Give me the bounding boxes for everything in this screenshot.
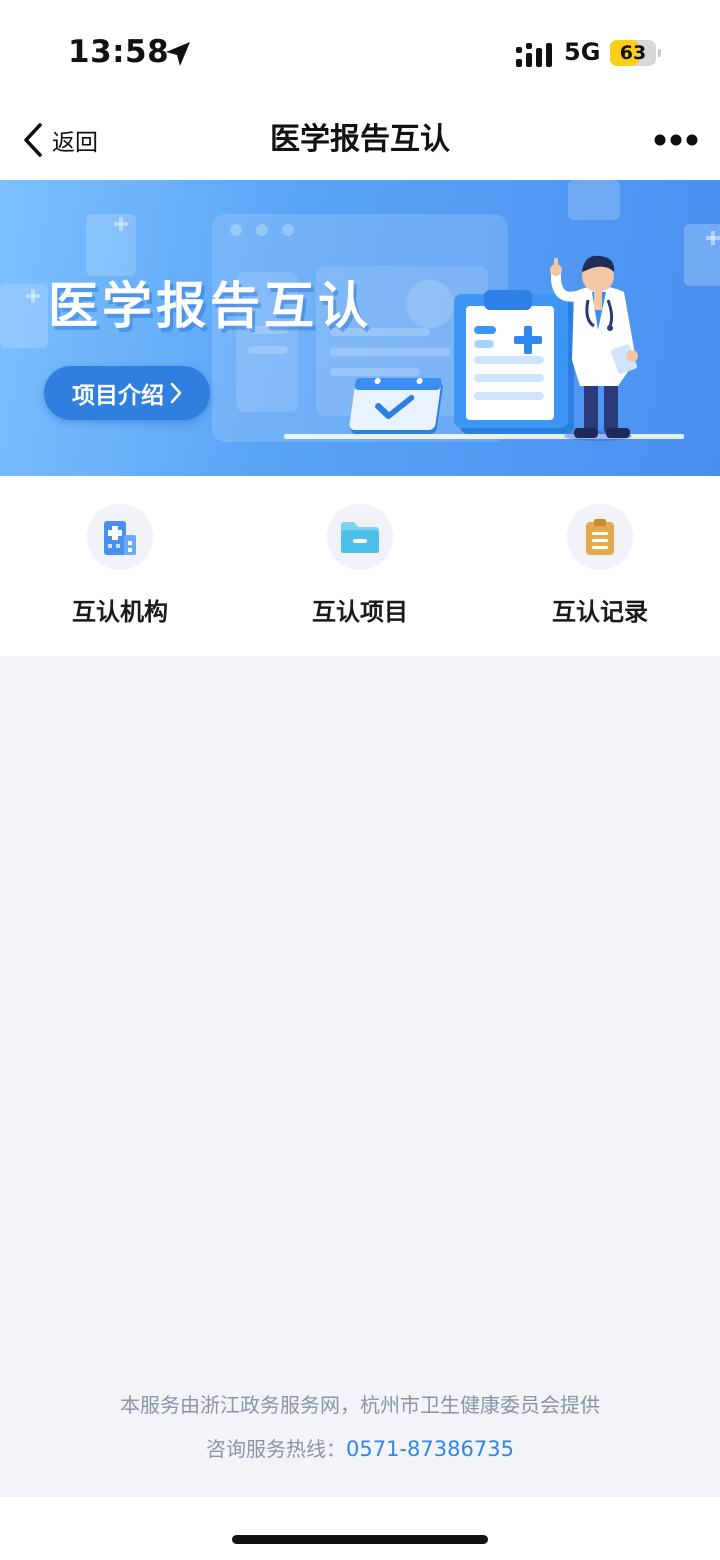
quick-action-label: 互认项目: [312, 598, 408, 626]
status-time: 13:58: [68, 34, 170, 70]
hospital-building-icon: [104, 521, 136, 555]
quick-action-label: 互认记录: [552, 598, 648, 626]
quick-action-projects[interactable]: 互认项目: [240, 504, 480, 634]
location-arrow-icon: [166, 42, 190, 66]
navigation-bar: 返回 医学报告互认: [0, 100, 720, 180]
quick-action-records[interactable]: 互认记录: [480, 504, 720, 634]
project-intro-label: 项目介绍: [72, 383, 164, 409]
quick-actions: 互认机构 互认项目 互认记录: [0, 476, 720, 656]
chevron-right-icon: [170, 382, 182, 404]
home-indicator[interactable]: [232, 1535, 488, 1544]
back-label: 返回: [52, 130, 98, 156]
provider-text: 本服务由浙江政务服务网，杭州市卫生健康委员会提供: [120, 1393, 600, 1417]
home-indicator-area: [0, 1497, 720, 1560]
status-bar: 13:58 5G 63: [0, 0, 720, 100]
hotline-number-link[interactable]: 0571-87386735: [346, 1437, 514, 1461]
page-title: 医学报告互认: [270, 122, 450, 157]
footer: 本服务由浙江政务服务网，杭州市卫生健康委员会提供 咨询服务热线：0571-873…: [0, 1385, 720, 1473]
folder-icon: [341, 522, 379, 553]
hero-banner: 医学报告互认 项目介绍: [0, 180, 720, 476]
hotline-label: 咨询服务热线：: [206, 1437, 347, 1461]
signal-icon: [516, 43, 552, 67]
more-icon[interactable]: [650, 130, 700, 150]
hotline-row: 咨询服务热线：0571-87386735: [0, 1425, 720, 1473]
quick-action-institutions[interactable]: 互认机构: [0, 504, 240, 634]
quick-action-icon-bg: [567, 504, 633, 570]
quick-action-icon-bg: [327, 504, 393, 570]
banner-title: 医学报告互认: [48, 277, 372, 335]
quick-action-icon-bg: [87, 504, 153, 570]
project-intro-button[interactable]: 项目介绍: [44, 366, 210, 420]
battery-icon: 63: [610, 40, 661, 66]
back-button[interactable]: 返回: [22, 122, 98, 158]
network-type: 5G: [564, 38, 601, 66]
battery-percentage: 63: [619, 42, 647, 64]
clipboard-icon: [586, 519, 614, 555]
quick-action-label: 互认机构: [72, 598, 168, 626]
chevron-left-icon: [24, 123, 42, 157]
